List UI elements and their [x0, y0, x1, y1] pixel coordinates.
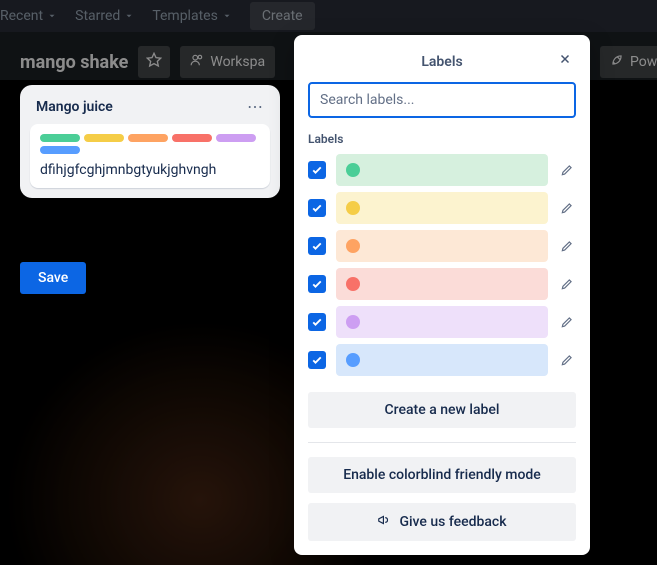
card-labels — [40, 134, 260, 154]
label-checkbox[interactable] — [308, 199, 326, 217]
label-color-bar[interactable] — [336, 192, 548, 224]
list: Mango juice ⋯ dfihjgfcghjmnbgtyukjghvngh — [20, 85, 280, 198]
colorblind-mode-text: Enable colorblind friendly mode — [343, 467, 541, 483]
megaphone-icon — [377, 513, 391, 531]
label-color-dot — [346, 239, 360, 253]
pencil-icon[interactable] — [558, 313, 576, 331]
list-title[interactable]: Mango juice — [36, 99, 113, 115]
label-color-bar[interactable] — [336, 230, 548, 262]
label-checkbox[interactable] — [308, 313, 326, 331]
pencil-icon[interactable] — [558, 199, 576, 217]
label-color-dot — [346, 315, 360, 329]
card-label-chip[interactable] — [172, 134, 212, 142]
feedback-button[interactable]: Give us feedback — [308, 503, 576, 541]
close-icon — [558, 51, 572, 70]
label-color-dot — [346, 201, 360, 215]
card-text: dfihjgfcghjmnbgtyukjghvngh — [40, 162, 260, 178]
list-menu-icon[interactable]: ⋯ — [247, 97, 264, 116]
label-row — [308, 230, 576, 262]
divider — [308, 442, 576, 443]
labels-section-heading: Labels — [308, 132, 576, 146]
card-label-chip[interactable] — [40, 134, 80, 142]
popover-title: Labels — [421, 54, 462, 70]
label-checkbox[interactable] — [308, 351, 326, 369]
card[interactable]: dfihjgfcghjmnbgtyukjghvngh — [30, 124, 270, 188]
card-label-chip[interactable] — [40, 146, 80, 154]
label-color-bar[interactable] — [336, 268, 548, 300]
create-label-button[interactable]: Create a new label — [308, 392, 576, 428]
create-label-text: Create a new label — [385, 402, 500, 418]
feedback-text: Give us feedback — [399, 514, 506, 530]
card-label-chip[interactable] — [128, 134, 168, 142]
pencil-icon[interactable] — [558, 237, 576, 255]
label-color-dot — [346, 353, 360, 367]
label-color-bar[interactable] — [336, 154, 548, 186]
label-checkbox[interactable] — [308, 275, 326, 293]
pencil-icon[interactable] — [558, 351, 576, 369]
card-label-chip[interactable] — [84, 134, 124, 142]
label-row — [308, 344, 576, 376]
colorblind-mode-button[interactable]: Enable colorblind friendly mode — [308, 457, 576, 493]
label-color-dot — [346, 277, 360, 291]
label-color-bar[interactable] — [336, 306, 548, 338]
search-labels-input[interactable] — [308, 82, 576, 118]
pencil-icon[interactable] — [558, 275, 576, 293]
label-row — [308, 306, 576, 338]
labels-popover: Labels Labels Create a new label Enable … — [294, 35, 590, 555]
label-row — [308, 192, 576, 224]
label-row — [308, 268, 576, 300]
label-checkbox[interactable] — [308, 237, 326, 255]
label-row — [308, 154, 576, 186]
label-color-dot — [346, 163, 360, 177]
label-color-bar[interactable] — [336, 344, 548, 376]
pencil-icon[interactable] — [558, 161, 576, 179]
card-label-chip[interactable] — [216, 134, 256, 142]
save-button[interactable]: Save — [20, 262, 86, 294]
save-label: Save — [38, 270, 68, 286]
close-button[interactable] — [554, 49, 576, 71]
label-checkbox[interactable] — [308, 161, 326, 179]
